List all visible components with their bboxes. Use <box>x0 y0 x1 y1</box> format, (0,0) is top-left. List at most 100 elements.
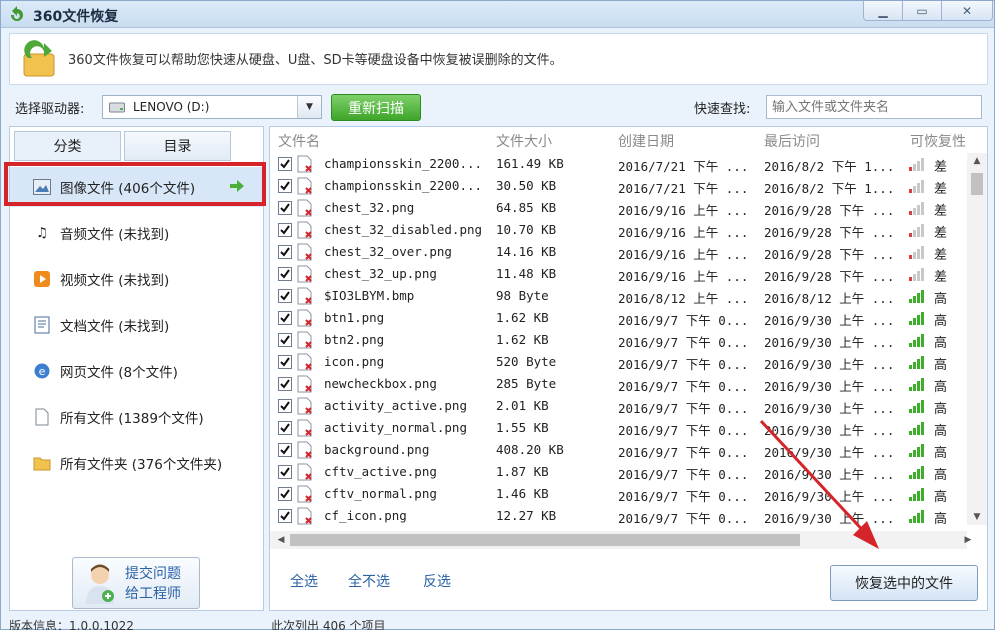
checkmark-icon <box>280 357 290 367</box>
banner-text: 360文件恢复可以帮助您快速从硬盘、U盘、SD卡等硬盘设备中恢复被误删除的文件。 <box>68 53 563 68</box>
support-line2: 给工程师 <box>125 586 181 602</box>
column-header-accessed[interactable]: 最后访问 <box>764 131 820 151</box>
recover-selected-button[interactable]: 恢复选中的文件 <box>830 565 978 601</box>
signal-bars-icon <box>909 290 924 303</box>
file-size: 10.70 KB <box>496 222 557 237</box>
table-row[interactable]: activity_normal.png 1.55 KB 2016/9/7 下午 0.… <box>270 417 967 439</box>
column-header-created[interactable]: 创建日期 <box>618 131 674 151</box>
row-checkbox[interactable] <box>278 267 292 281</box>
category-item-documents[interactable]: 文档文件 (未找到) <box>10 305 263 345</box>
table-row[interactable]: btn1.png 1.62 KB 2016/9/7 下午 0... 2016/9/30… <box>270 307 967 329</box>
category-item-all-folders[interactable]: 所有文件夹 (376个文件夹) <box>10 443 263 483</box>
table-row[interactable]: chest_32_disabled.png 10.70 KB 2016/9/16 上… <box>270 219 967 241</box>
rescan-button[interactable]: 重新扫描 <box>331 94 421 121</box>
category-label: 文档文件 (未找到) <box>60 319 170 335</box>
category-item-video[interactable]: 视频文件 (未找到) <box>10 259 263 299</box>
close-button[interactable]: ✕ <box>941 1 993 21</box>
recoverability: 差 <box>934 270 948 285</box>
file-name: icon.png <box>324 354 385 369</box>
maximize-button[interactable]: ▭ <box>902 1 942 21</box>
file-accessed: 2016/8/2 下午 1... <box>764 159 895 174</box>
file-size: 2.01 KB <box>496 398 549 413</box>
hscroll-thumb[interactable] <box>290 534 800 546</box>
column-header-recoverability[interactable]: 可恢复性 <box>910 131 966 151</box>
scroll-left-icon[interactable]: ◀ <box>272 531 290 549</box>
row-checkbox[interactable] <box>278 179 292 193</box>
file-accessed: 2016/9/30 上午 ... <box>764 511 895 526</box>
horizontal-scrollbar[interactable]: ◀ ▶ <box>270 531 971 549</box>
file-created: 2016/7/21 下午 ... <box>618 181 749 196</box>
table-row[interactable]: newcheckbox.png 285 Byte 2016/9/7 下午 0... 2… <box>270 373 967 395</box>
row-checkbox[interactable] <box>278 399 292 413</box>
row-checkbox[interactable] <box>278 465 292 479</box>
checkmark-icon <box>280 467 290 477</box>
select-all-link[interactable]: 全选 <box>290 571 318 591</box>
file-name: chest_32_up.png <box>324 266 437 281</box>
table-row[interactable]: championsskin_2200... 161.49 KB 2016/7/21 … <box>270 153 967 175</box>
table-row[interactable]: chest_32.png 64.85 KB 2016/9/16 上午 ... 2016… <box>270 197 967 219</box>
table-row[interactable]: cftv_active.png 1.87 KB 2016/9/7 下午 0... 20… <box>270 461 967 483</box>
chevron-down-icon[interactable]: ▼ <box>297 96 321 118</box>
file-created: 2016/9/7 下午 0... <box>618 423 749 438</box>
table-row[interactable]: $IO3LBYM.bmp 98 Byte 2016/8/12 上午 ... 2016/… <box>270 285 967 307</box>
drive-select[interactable]: LENOVO (D:) ▼ <box>102 95 322 119</box>
quick-search-label: 快速查找: <box>694 102 751 117</box>
select-none-link[interactable]: 全不选 <box>348 571 390 591</box>
row-checkbox[interactable] <box>278 443 292 457</box>
engineer-avatar-icon <box>86 564 114 604</box>
category-item-all-files[interactable]: 所有文件 (1389个文件) <box>10 397 263 437</box>
signal-bars-icon <box>909 268 924 281</box>
table-row[interactable]: cftv_normal.png 1.46 KB 2016/9/7 下午 0... 20… <box>270 483 967 505</box>
row-checkbox[interactable] <box>278 377 292 391</box>
row-checkbox[interactable] <box>278 289 292 303</box>
row-checkbox[interactable] <box>278 509 292 523</box>
file-name: cftv_normal.png <box>324 486 437 501</box>
table-row[interactable]: background.png 408.20 KB 2016/9/7 下午 0... 2… <box>270 439 967 461</box>
row-checkbox[interactable] <box>278 223 292 237</box>
category-label: 网页文件 (8个文件) <box>60 365 178 381</box>
quick-search-input[interactable] <box>766 95 982 119</box>
minimize-button[interactable]: ▁ <box>863 1 903 21</box>
table-row[interactable]: icon.png 520 Byte 2016/9/7 下午 0... 2016/9/3… <box>270 351 967 373</box>
deleted-file-icon <box>297 221 312 239</box>
row-checkbox[interactable] <box>278 421 292 435</box>
signal-bars-icon <box>909 400 924 413</box>
contact-engineer-button[interactable]: 提交问题 给工程师 <box>72 557 200 609</box>
vertical-scrollbar[interactable]: ▲ ▼ <box>967 153 987 525</box>
table-row[interactable]: cf_icon.png 12.27 KB 2016/9/7 下午 0... 2016/… <box>270 505 967 527</box>
file-name: championsskin_2200... <box>324 178 483 193</box>
table-row[interactable]: btn2.png 1.62 KB 2016/9/7 下午 0... 2016/9/30… <box>270 329 967 351</box>
category-item-audio[interactable]: ♫ 音频文件 (未找到) <box>10 213 263 253</box>
scroll-down-icon[interactable]: ▼ <box>967 509 987 525</box>
category-item-webpages[interactable]: e 网页文件 (8个文件) <box>10 351 263 391</box>
row-checkbox[interactable] <box>278 355 292 369</box>
row-checkbox[interactable] <box>278 487 292 501</box>
checkmark-icon <box>280 379 290 389</box>
table-row[interactable]: activity_active.png 2.01 KB 2016/9/7 下午 0.… <box>270 395 967 417</box>
webpage-icon: e <box>32 362 52 380</box>
signal-bars-icon <box>909 224 924 237</box>
file-name: cf_icon.png <box>324 508 407 523</box>
table-row[interactable]: championsskin_2200... 30.50 KB 2016/7/21 下… <box>270 175 967 197</box>
row-checkbox[interactable] <box>278 311 292 325</box>
invert-selection-link[interactable]: 反选 <box>423 571 451 591</box>
scroll-right-icon[interactable]: ▶ <box>959 531 977 549</box>
row-checkbox[interactable] <box>278 333 292 347</box>
column-header-size[interactable]: 文件大小 <box>496 131 552 151</box>
file-size: 30.50 KB <box>496 178 557 193</box>
row-checkbox[interactable] <box>278 157 292 171</box>
table-row[interactable]: chest_32_up.png 11.48 KB 2016/9/16 上午 ... 2… <box>270 263 967 285</box>
column-header-name[interactable]: 文件名 <box>278 131 320 151</box>
tab-category[interactable]: 分类 <box>14 131 121 161</box>
tab-directory[interactable]: 目录 <box>124 131 231 161</box>
table-row[interactable]: chest_32_over.png 14.16 KB 2016/9/16 上午 ..… <box>270 241 967 263</box>
scroll-thumb[interactable] <box>971 173 983 195</box>
row-checkbox[interactable] <box>278 245 292 259</box>
file-accessed: 2016/9/30 上午 ... <box>764 357 895 372</box>
row-checkbox[interactable] <box>278 201 292 215</box>
recoverability: 高 <box>934 468 948 483</box>
recoverability: 高 <box>934 336 948 351</box>
checkmark-icon <box>280 269 290 279</box>
deleted-file-icon <box>297 485 312 503</box>
scroll-up-icon[interactable]: ▲ <box>967 153 987 169</box>
